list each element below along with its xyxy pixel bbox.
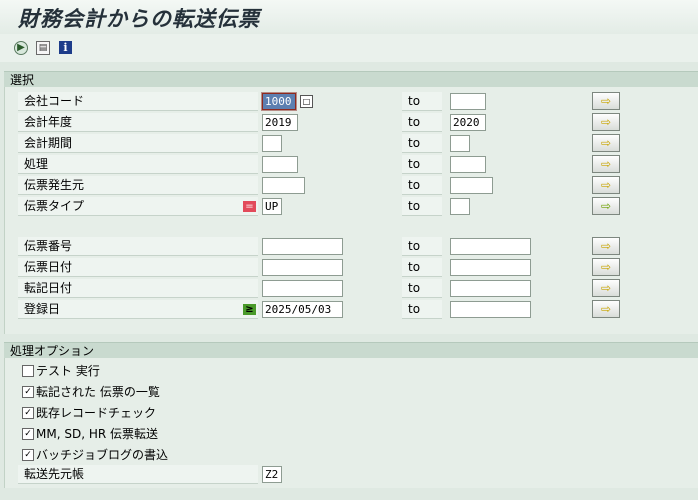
application-toolbar: ▶ ▤ i (0, 34, 698, 62)
multiple-selection-icon[interactable]: □ (300, 95, 313, 108)
process-multiple-selection-button[interactable]: ⇨ (592, 155, 620, 173)
document-date-to-label: to (402, 258, 442, 277)
document-origin-from-input[interactable] (262, 177, 305, 194)
posted-documents-list-checkbox[interactable]: ✓ (22, 385, 34, 398)
company-code-from-input[interactable]: 1000 (262, 93, 296, 110)
company-code-to-label: to (402, 92, 442, 111)
process-to-input[interactable] (450, 156, 486, 173)
test-run-option[interactable]: テスト 実行 (22, 362, 100, 380)
posting-date-to-input[interactable] (450, 280, 531, 297)
fiscal-year-label: 会計年度 (18, 113, 258, 132)
entry-date-to-input[interactable] (450, 301, 531, 318)
process-label: 処理 (18, 155, 258, 174)
document-date-multiple-selection-button[interactable]: ⇨ (592, 258, 620, 276)
posting-date-label: 転記日付 (18, 279, 258, 298)
test-run-label: テスト 実行 (36, 364, 100, 378)
existing-record-check-option[interactable]: ✓ 既存レコードチェック (22, 404, 156, 422)
process-to-label: to (402, 155, 442, 174)
target-ledger-label: 転送先元帳 (18, 465, 258, 484)
get-variant-icon[interactable]: ▤ (36, 41, 50, 55)
document-number-multiple-selection-button[interactable]: ⇨ (592, 237, 620, 255)
fiscal-year-from-input[interactable]: 2019 (262, 114, 298, 131)
document-number-label: 伝票番号 (18, 237, 258, 256)
mm-sd-hr-transfer-checkbox[interactable]: ✓ (22, 427, 34, 440)
posting-date-to-label: to (402, 279, 442, 298)
document-number-to-label: to (402, 237, 442, 256)
document-origin-to-label: to (402, 176, 442, 195)
document-number-to-input[interactable] (450, 238, 531, 255)
existing-record-check-label: 既存レコードチェック (36, 406, 157, 420)
fiscal-period-multiple-selection-button[interactable]: ⇨ (592, 134, 620, 152)
existing-record-check-checkbox[interactable]: ✓ (22, 406, 34, 419)
fiscal-period-to-label: to (402, 134, 442, 153)
posting-date-from-input[interactable] (262, 280, 343, 297)
document-date-label: 伝票日付 (18, 258, 258, 277)
selection-option-greater-equal-icon[interactable]: ≥ (243, 304, 256, 315)
document-origin-label: 伝票発生元 (18, 176, 258, 195)
company-code-label: 会社コード (18, 92, 258, 111)
company-code-multiple-selection-button[interactable]: ⇨ (592, 92, 620, 110)
fiscal-period-to-input[interactable] (450, 135, 470, 152)
document-type-label: 伝票タイプ (18, 197, 258, 216)
company-code-to-input[interactable] (450, 93, 486, 110)
entry-date-multiple-selection-button[interactable]: ⇨ (592, 300, 620, 318)
document-type-from-input[interactable]: UP (262, 198, 282, 215)
mm-sd-hr-transfer-option[interactable]: ✓ MM, SD, HR 伝票転送 (22, 425, 158, 443)
document-date-to-input[interactable] (450, 259, 531, 276)
mm-sd-hr-transfer-label: MM, SD, HR 伝票転送 (36, 427, 158, 441)
test-run-checkbox[interactable] (22, 364, 34, 377)
execute-icon[interactable]: ▶ (14, 41, 28, 55)
title-bar: 財務会計からの転送伝票 (0, 0, 698, 34)
batch-job-log-checkbox[interactable]: ✓ (22, 448, 34, 461)
process-from-input[interactable] (262, 156, 298, 173)
batch-job-log-option[interactable]: ✓ バッチジョブログの書込 (22, 446, 168, 464)
target-ledger-input[interactable]: Z2 (262, 466, 282, 483)
document-type-to-label: to (402, 197, 442, 216)
document-date-from-input[interactable] (262, 259, 343, 276)
fiscal-year-multiple-selection-button[interactable]: ⇨ (592, 113, 620, 131)
processing-options-section-header: 処理オプション (4, 342, 698, 358)
entry-date-to-label: to (402, 300, 442, 319)
selection-section-header: 選択 (4, 71, 698, 87)
entry-date-label: 登録日 (18, 300, 258, 319)
document-origin-to-input[interactable] (450, 177, 493, 194)
document-type-to-input[interactable] (450, 198, 470, 215)
entry-date-from-input[interactable]: 2025/05/03 (262, 301, 343, 318)
page-title: 財務会計からの転送伝票 (18, 7, 260, 31)
batch-job-log-label: バッチジョブログの書込 (36, 448, 169, 462)
selection-option-equal-icon[interactable]: = (243, 201, 256, 212)
document-origin-multiple-selection-button[interactable]: ⇨ (592, 176, 620, 194)
document-type-multiple-selection-button[interactable]: ⇨ (592, 197, 620, 215)
fiscal-period-from-input[interactable] (262, 135, 282, 152)
posting-date-multiple-selection-button[interactable]: ⇨ (592, 279, 620, 297)
fiscal-period-label: 会計期間 (18, 134, 258, 153)
document-number-from-input[interactable] (262, 238, 343, 255)
fiscal-year-to-label: to (402, 113, 442, 132)
info-icon[interactable]: i (59, 41, 72, 54)
posted-documents-list-option[interactable]: ✓ 転記された 伝票の一覧 (22, 383, 160, 401)
fiscal-year-to-input[interactable]: 2020 (450, 114, 486, 131)
posted-documents-list-label: 転記された 伝票の一覧 (36, 385, 160, 399)
